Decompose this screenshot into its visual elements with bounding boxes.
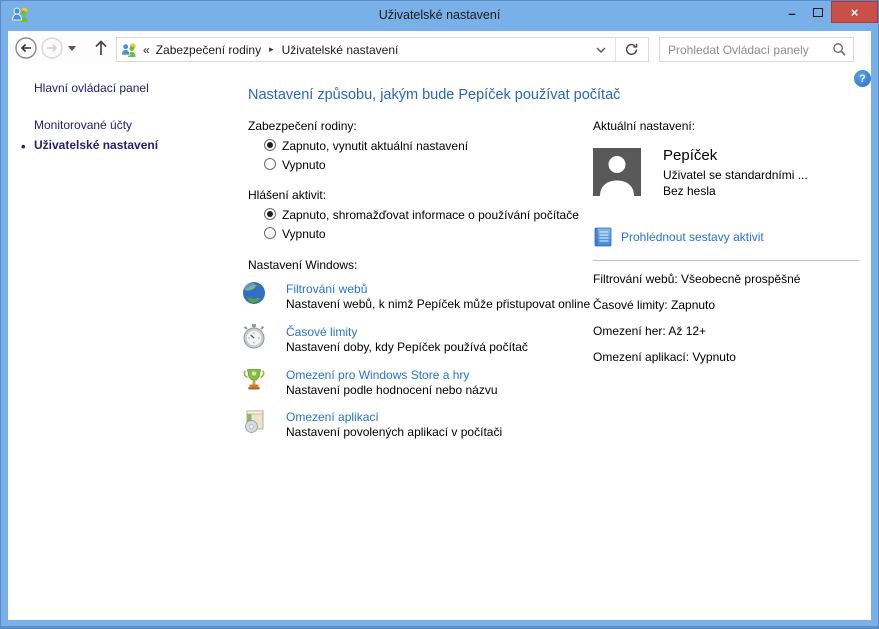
radio-activity-off[interactable] [264, 227, 276, 239]
stopwatch-icon [241, 323, 267, 352]
family-safety-window: Uživatelské nastavení – × [0, 0, 879, 629]
content-area: ? Hlavní ovládací panel Monitorované účt… [8, 65, 871, 620]
close-icon: × [851, 5, 859, 20]
back-button[interactable] [15, 37, 37, 59]
radio-family-safety-on[interactable] [264, 139, 276, 151]
search-box[interactable] [659, 37, 854, 62]
radio-activity-off-label[interactable]: Vypnuto [282, 227, 326, 241]
search-icon[interactable] [832, 42, 847, 57]
minimize-button[interactable]: – [779, 1, 805, 23]
link-store-game-restrictions[interactable]: Omezení pro Windows Store a hry [286, 368, 469, 382]
page-title: Nastavení způsobu, jakým bude Pepíček po… [248, 87, 620, 103]
window-title: Uživatelské nastavení [1, 8, 878, 22]
sidebar-active-bullet-icon: • [21, 139, 26, 154]
user-avatar [593, 148, 641, 196]
windows-settings-label: Nastavení Windows: [248, 258, 357, 272]
recent-pages-dropdown-icon[interactable] [68, 46, 76, 51]
forward-button[interactable] [41, 37, 63, 59]
current-settings-label: Aktuální nastavení: [593, 119, 695, 133]
software-box-icon [241, 408, 267, 437]
radio-family-safety-off-label[interactable]: Vypnuto [282, 158, 326, 172]
summary-web-filtering: Filtrování webů: Všeobecně prospěšné [593, 272, 800, 286]
breadcrumb-item-user-settings[interactable]: Uživatelské nastavení [280, 43, 401, 57]
globe-icon [241, 280, 267, 309]
summary-game-restrictions: Omezení her: Až 12+ [593, 324, 706, 338]
radio-activity-on[interactable] [264, 208, 276, 220]
search-input[interactable] [666, 42, 832, 58]
link-time-limits[interactable]: Časové limity [286, 325, 357, 339]
family-safety-section-label: Zabezpečení rodiny: [248, 119, 357, 133]
desc-store-game-restrictions: Nastavení podle hodnocení nebo názvu [286, 383, 498, 397]
help-icon[interactable]: ? [854, 70, 871, 87]
breadcrumb-overflow-icon[interactable]: « [143, 43, 150, 57]
titlebar[interactable]: Uživatelské nastavení – × [1, 1, 878, 31]
breadcrumb-item-family-safety[interactable]: Zabezpečení rodiny [154, 43, 263, 57]
user-password-status: Bez hesla [663, 184, 716, 198]
sidebar-item-main-control-panel[interactable]: Hlavní ovládací panel [34, 81, 149, 95]
trophy-icon [241, 366, 267, 395]
up-button[interactable] [92, 38, 114, 60]
link-web-filtering[interactable]: Filtrování webů [286, 282, 367, 296]
refresh-icon[interactable] [619, 42, 644, 57]
summary-app-restrictions: Omezení aplikací: Vypnuto [593, 350, 736, 364]
desc-app-restrictions: Nastavení povolených aplikací v počítači [286, 425, 502, 439]
activity-reporting-section-label: Hlášení aktivit: [248, 188, 326, 202]
link-view-activity-reports[interactable]: Prohlédnout sestavy aktivit [621, 230, 764, 244]
sidebar-item-user-settings[interactable]: Uživatelské nastavení [34, 138, 158, 152]
address-dropdown-icon[interactable] [590, 46, 612, 54]
user-account-type: Uživatel se standardními ... [663, 168, 808, 182]
activity-report-icon [593, 227, 613, 247]
summary-time-limits: Časové limity: Zapnuto [593, 298, 715, 312]
navigation-bar: « Zabezpečení rodiny ▸ Uživatelské nasta… [8, 31, 871, 65]
minimize-icon: – [788, 6, 795, 21]
user-name: Pepíček [663, 147, 717, 164]
close-button[interactable]: × [831, 1, 878, 23]
breadcrumb-separator-icon[interactable]: ▸ [269, 45, 274, 55]
radio-family-safety-on-label[interactable]: Zapnuto, vynutit aktuální nastavení [282, 139, 468, 153]
link-app-restrictions[interactable]: Omezení aplikací [286, 410, 379, 424]
desc-time-limits: Nastavení doby, kdy Pepíček používá počí… [286, 340, 528, 354]
address-bar[interactable]: « Zabezpečení rodiny ▸ Uživatelské nasta… [116, 37, 649, 62]
radio-family-safety-off[interactable] [264, 158, 276, 170]
summary-divider [593, 260, 859, 261]
radio-activity-on-label[interactable]: Zapnuto, shromažďovat informace o použív… [282, 208, 579, 222]
maximize-button[interactable] [805, 1, 831, 23]
sidebar-item-monitored-accounts[interactable]: Monitorované účty [34, 118, 132, 132]
desc-web-filtering: Nastavení webů, k nimž Pepíček může přis… [286, 297, 590, 311]
maximize-icon [813, 8, 823, 17]
breadcrumb-app-icon [121, 42, 137, 58]
